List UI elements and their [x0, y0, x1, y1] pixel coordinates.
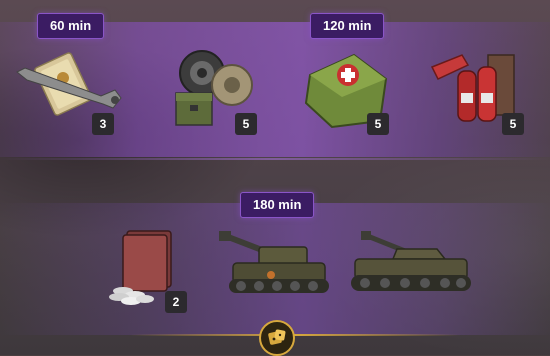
- tank-icon: [219, 231, 329, 293]
- wrench-icon: [16, 52, 122, 116]
- tank-destroyer-item[interactable]: [215, 225, 335, 305]
- repair-kit-count: 3: [92, 113, 114, 135]
- badge-60-min: 60 min: [37, 13, 105, 39]
- gold-dice-icon[interactable]: [259, 320, 295, 356]
- repair-kit-item[interactable]: [15, 50, 125, 120]
- divider: [0, 158, 550, 160]
- medium-tank-item[interactable]: [345, 225, 475, 305]
- credits-book-count: 2: [165, 291, 187, 313]
- tank-icon: [351, 231, 471, 291]
- fire-extinguisher-count: 5: [502, 113, 524, 135]
- badge-180-min: 180 min: [240, 192, 315, 218]
- dice-icon: [268, 329, 286, 345]
- badge-120-min: 120 min: [310, 13, 385, 39]
- spare-parts-count: 5: [235, 113, 257, 135]
- first-aid-kit-count: 5: [367, 113, 389, 135]
- gold-line: [130, 334, 460, 336]
